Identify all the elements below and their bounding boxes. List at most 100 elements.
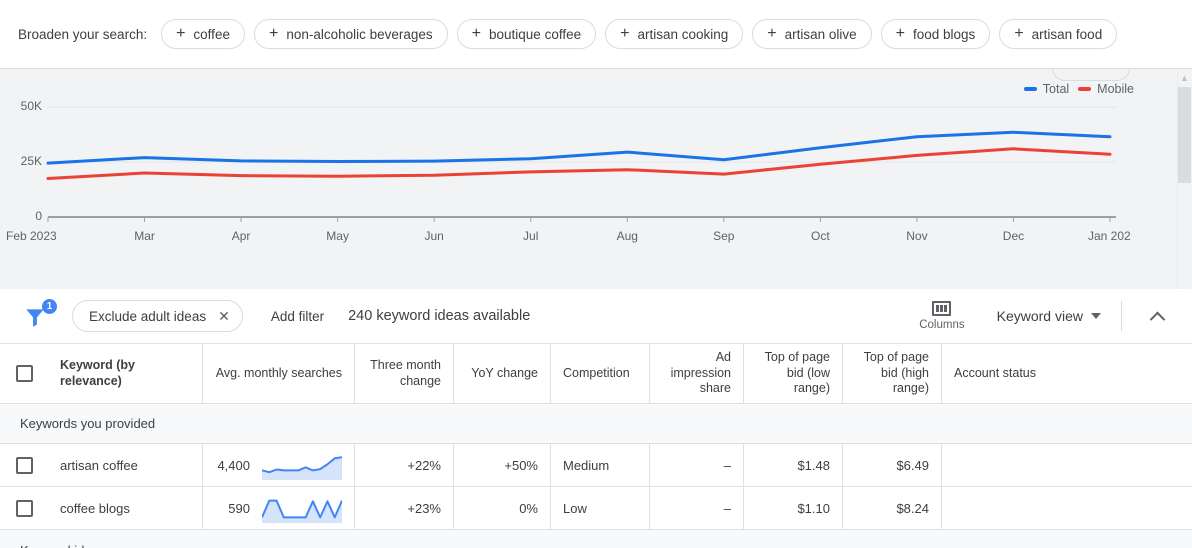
cell-account-status bbox=[942, 444, 1192, 486]
cell-three-month-change: +23% bbox=[355, 487, 454, 529]
plus-icon: + bbox=[895, 25, 905, 42]
column-header-imp-label: Ad impression share bbox=[670, 350, 731, 396]
cell-ad-impression-share-value: – bbox=[723, 500, 731, 516]
cell-competition-value: Low bbox=[563, 500, 587, 516]
cell-avg-monthly-searches: 590 bbox=[203, 487, 355, 529]
broaden-chip-list: + coffee + non-alcoholic beverages + boutique… bbox=[161, 19, 1126, 49]
keyword-view-dropdown[interactable]: Keyword view bbox=[997, 308, 1101, 324]
keyword-ideas-count: 240 keyword ideas available bbox=[348, 308, 531, 324]
x-axis-tick-label: Oct bbox=[811, 229, 830, 243]
avg-monthly-searches-value: 590 bbox=[228, 500, 250, 516]
table-row[interactable]: coffee blogs 590 +23% 0% Low – $1.10 $8.24 bbox=[0, 487, 1192, 530]
table-header-row: Keyword (by relevance) Avg. monthly sear… bbox=[0, 344, 1192, 404]
select-all-cell bbox=[0, 344, 48, 403]
broaden-chip-label: food blogs bbox=[913, 26, 976, 42]
column-header-keyword[interactable]: Keyword (by relevance) bbox=[48, 344, 203, 403]
filter-count-badge: 1 bbox=[42, 299, 57, 314]
scroll-up-icon[interactable]: ▲ bbox=[1178, 71, 1191, 85]
remove-filter-icon[interactable]: ✕ bbox=[218, 309, 230, 323]
active-filter-chip[interactable]: Exclude adult ideas ✕ bbox=[72, 300, 243, 332]
column-header-yoy-change[interactable]: YoY change bbox=[454, 344, 551, 403]
x-axis-tick-label: May bbox=[326, 229, 349, 243]
cell-ad-impression-share-value: – bbox=[723, 457, 731, 473]
keyword-ideas-table: Keyword (by relevance) Avg. monthly sear… bbox=[0, 344, 1192, 548]
cell-top-of-page-bid-high-value: $8.24 bbox=[896, 500, 929, 516]
cell-three-month-change-value: +23% bbox=[407, 500, 441, 516]
column-header-avg-monthly-searches[interactable]: Avg. monthly searches bbox=[203, 344, 355, 403]
broaden-chip-label: boutique coffee bbox=[489, 26, 582, 42]
broaden-chip[interactable]: + boutique coffee bbox=[456, 19, 597, 49]
broaden-chip[interactable]: + non-alcoholic beverages bbox=[253, 19, 448, 49]
row-select-cell bbox=[0, 444, 48, 486]
row-checkbox[interactable] bbox=[15, 456, 33, 474]
x-axis-tick-label: Apr bbox=[231, 229, 251, 243]
x-axis-tick-label: Jul bbox=[523, 229, 539, 243]
broaden-chip[interactable]: + artisan olive bbox=[752, 19, 872, 49]
table-row[interactable]: artisan coffee 4,400 +22% +50% Medium – $1.48 $… bbox=[0, 444, 1192, 487]
filter-toolbar: 1 Exclude adult ideas ✕ Add filter 240 k… bbox=[0, 289, 1192, 344]
cell-top-of-page-bid-low: $1.48 bbox=[744, 444, 843, 486]
cell-yoy-change-value: 0% bbox=[519, 500, 538, 516]
sparkline-chart bbox=[262, 456, 342, 480]
cell-keyword-value: coffee blogs bbox=[60, 500, 130, 516]
section-header-keyword-ideas: Keyword ideas bbox=[0, 530, 1192, 548]
cell-ad-impression-share: – bbox=[650, 444, 744, 486]
keyword-planner-screen: Broaden your search: + coffee + non-alcohol… bbox=[0, 0, 1192, 548]
cell-top-of-page-bid-low: $1.10 bbox=[744, 487, 843, 529]
table-body: artisan coffee 4,400 +22% +50% Medium – $1.48 $… bbox=[0, 444, 1192, 530]
cell-competition-value: Medium bbox=[563, 457, 610, 473]
broaden-chip[interactable]: + artisan cooking bbox=[605, 19, 744, 49]
y-axis-tick-label: 0 bbox=[35, 209, 42, 223]
cell-top-of-page-bid-high: $6.49 bbox=[843, 444, 942, 486]
broaden-chip-label: coffee bbox=[193, 26, 230, 42]
columns-button[interactable]: Columns bbox=[909, 301, 974, 331]
x-axis-tick-label: Nov bbox=[906, 229, 928, 243]
broaden-chip-label: non-alcoholic beverages bbox=[286, 26, 433, 42]
cell-top-of-page-bid-low-value: $1.10 bbox=[797, 500, 830, 516]
x-axis-tick-label: Dec bbox=[1002, 229, 1025, 243]
broaden-search-bar: Broaden your search: + coffee + non-alcohol… bbox=[0, 0, 1192, 69]
y-axis-tick-label: 25K bbox=[20, 154, 42, 168]
x-axis-tick-label: Jan 202 bbox=[1088, 229, 1131, 243]
cell-three-month-change-value: +22% bbox=[407, 457, 441, 473]
cell-top-of-page-bid-high: $8.24 bbox=[843, 487, 942, 529]
keyword-view-label: Keyword view bbox=[996, 308, 1083, 324]
broaden-chip-label: artisan cooking bbox=[637, 26, 729, 42]
search-volume-chart-panel: Total Mobile 0 25K 50K Feb 2023 Mar Apr May Ju… bbox=[0, 69, 1192, 289]
scrollbar-thumb[interactable] bbox=[1178, 87, 1191, 183]
column-header-ad-impression-share[interactable]: Ad impression share bbox=[650, 344, 744, 403]
add-filter-button[interactable]: Add filter bbox=[271, 309, 324, 324]
toolbar-actions: Columns Keyword view bbox=[909, 289, 1192, 343]
plus-icon: + bbox=[767, 25, 777, 42]
plus-icon: + bbox=[1014, 25, 1024, 42]
column-header-acct-label: Account status bbox=[954, 365, 1036, 380]
cell-top-of-page-bid-high-value: $6.49 bbox=[896, 457, 929, 473]
cell-yoy-change: 0% bbox=[454, 487, 551, 529]
broaden-chip[interactable]: + artisan food bbox=[999, 19, 1118, 49]
chart-scrollbar[interactable]: ▲ bbox=[1177, 69, 1192, 289]
select-all-checkbox[interactable] bbox=[15, 365, 33, 382]
column-header-three-month-change[interactable]: Three month change bbox=[355, 344, 454, 403]
columns-icon bbox=[932, 301, 952, 316]
column-header-low-label: Top of page bid (low range) bbox=[764, 350, 830, 396]
cell-avg-monthly-searches: 4,400 bbox=[203, 444, 355, 486]
cell-keyword-value: artisan coffee bbox=[60, 457, 138, 473]
column-header-account-status[interactable]: Account status bbox=[942, 344, 1192, 403]
column-header-competition[interactable]: Competition bbox=[551, 344, 650, 403]
filter-icon[interactable]: 1 bbox=[22, 298, 64, 334]
broaden-search-label: Broaden your search: bbox=[18, 26, 148, 42]
collapse-panel-button[interactable] bbox=[1142, 301, 1172, 331]
broaden-chip[interactable]: + food blogs bbox=[880, 19, 991, 49]
sparkline-chart bbox=[262, 499, 342, 523]
row-checkbox[interactable] bbox=[15, 499, 33, 517]
column-header-top-of-page-bid-high[interactable]: Top of page bid (high range) bbox=[843, 344, 942, 403]
broaden-chip-label: artisan food bbox=[1031, 26, 1103, 42]
columns-button-label: Columns bbox=[919, 319, 965, 331]
broaden-chip[interactable]: + coffee bbox=[161, 19, 245, 49]
column-header-top-of-page-bid-low[interactable]: Top of page bid (low range) bbox=[744, 344, 843, 403]
column-header-yoy-label: YoY change bbox=[471, 365, 538, 380]
column-header-competition-label: Competition bbox=[563, 365, 630, 380]
section-header-label: Keywords you provided bbox=[20, 416, 156, 431]
section-header-label: Keyword ideas bbox=[20, 543, 105, 548]
x-axis-tick-label: Aug bbox=[616, 229, 638, 243]
